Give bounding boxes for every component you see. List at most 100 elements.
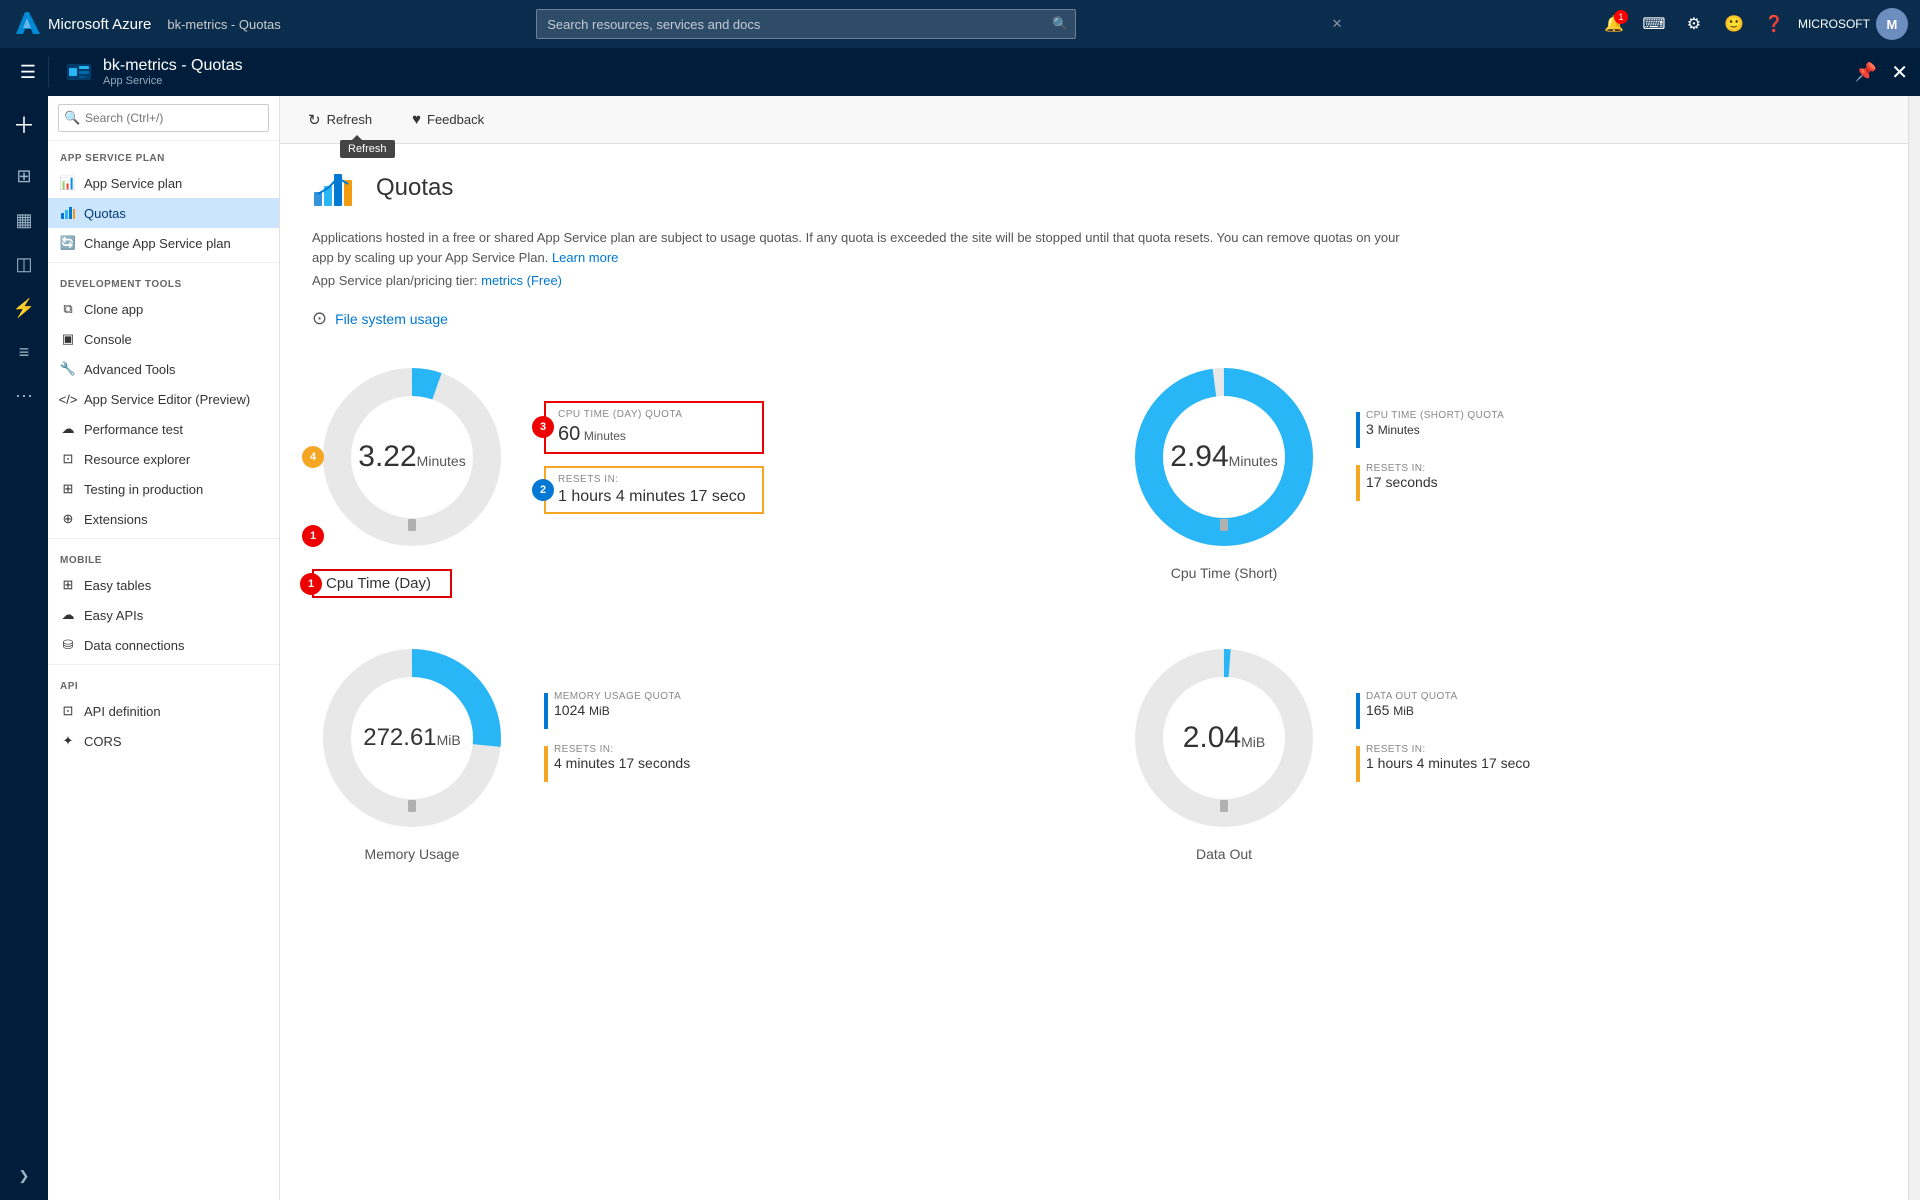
settings-button[interactable]: ⚙ bbox=[1678, 8, 1710, 40]
pin-button[interactable]: 📌 bbox=[1855, 62, 1877, 83]
extensions-icon: ⊕ bbox=[60, 511, 76, 527]
sidebar-item-api-definition[interactable]: ⊡ API definition bbox=[48, 696, 279, 726]
sidebar-label-data-conn: Data connections bbox=[84, 638, 184, 653]
sidebar-label-resource: Resource explorer bbox=[84, 452, 190, 467]
sidebar-item-editor[interactable]: </> App Service Editor (Preview) bbox=[48, 384, 279, 414]
user-label: MICROSOFT bbox=[1798, 17, 1870, 31]
help-button[interactable]: ❓ bbox=[1758, 8, 1790, 40]
content-panel: ↻ Refresh Refresh ♥ Feedback Quotas bbox=[280, 96, 1908, 1200]
file-usage-row[interactable]: ⊙ File system usage bbox=[312, 308, 1876, 329]
app-title-area: bk-metrics - Quotas App Service bbox=[48, 57, 259, 87]
add-resource-button[interactable]: ＋ bbox=[4, 104, 44, 144]
page-description: Applications hosted in a free or shared … bbox=[312, 228, 1412, 267]
section-label-dev-tools: DEVELOPMENT TOOLS bbox=[48, 267, 279, 294]
sidebar-item-cors[interactable]: ✦ CORS bbox=[48, 726, 279, 756]
sidebar-item-data-connections[interactable]: ⛁ Data connections bbox=[48, 630, 279, 660]
avatar[interactable]: M bbox=[1876, 8, 1908, 40]
resets-box-wrap: 2 RESETS IN: 1 hours 4 minutes 17 seco bbox=[544, 466, 764, 514]
cpu-day-row: 1 4 bbox=[312, 357, 764, 557]
sidebar-label-change-plan: Change App Service plan bbox=[84, 236, 231, 251]
plan-link[interactable]: metrics (Free) bbox=[481, 273, 562, 288]
sidebar-item-easy-apis[interactable]: ☁ Easy APIs bbox=[48, 600, 279, 630]
sidebar-search-area: 🔍 bbox=[48, 96, 279, 141]
notifications-button[interactable]: 🔔 1 bbox=[1598, 8, 1630, 40]
resources-button[interactable]: ◫ bbox=[4, 244, 44, 284]
brand-text: Microsoft Azure bbox=[48, 16, 151, 33]
rail-expand-button[interactable]: ❯ bbox=[19, 1168, 30, 1200]
search-close-icon[interactable]: ✕ bbox=[1332, 16, 1343, 32]
search-bar: 🔍 bbox=[536, 9, 1076, 39]
app-service-plan-icon: 📊 bbox=[60, 175, 76, 191]
chart-memory: 272.61MiB MEMORY USAGE QUOTA 1024 MiB bbox=[312, 638, 1064, 862]
sidebar-label-app-service-plan: App Service plan bbox=[84, 176, 182, 191]
sidebar-item-console[interactable]: ▣ Console bbox=[48, 324, 279, 354]
home-button[interactable]: ⊞ bbox=[4, 156, 44, 196]
sidebar-item-quotas[interactable]: Quotas bbox=[48, 198, 279, 228]
close-panel-button[interactable]: ✕ bbox=[1891, 60, 1908, 85]
quotas-page-icon bbox=[312, 164, 360, 212]
file-usage-text: File system usage bbox=[335, 311, 448, 327]
sidebar-label-easy-tables: Easy tables bbox=[84, 578, 151, 593]
divider-3 bbox=[48, 664, 279, 665]
cloud-shell-button[interactable]: ⌨ bbox=[1638, 8, 1670, 40]
brand: Microsoft Azure bbox=[12, 10, 151, 38]
resource-explorer-icon: ⊡ bbox=[60, 451, 76, 467]
page-title: Quotas bbox=[376, 174, 453, 202]
sidebar-label-extensions: Extensions bbox=[84, 512, 148, 527]
resets-box-yellow: RESETS IN: 1 hours 4 minutes 17 seco bbox=[544, 466, 764, 514]
hamburger-button[interactable]: ☰ bbox=[8, 48, 48, 96]
refresh-button[interactable]: ↻ Refresh bbox=[296, 104, 384, 136]
memory-quota-line bbox=[544, 693, 548, 729]
sidebar-item-app-service-plan[interactable]: 📊 App Service plan bbox=[48, 168, 279, 198]
refresh-icon: ↻ bbox=[308, 111, 321, 129]
sidebar-label-quotas: Quotas bbox=[84, 206, 126, 221]
easy-tables-icon: ⊞ bbox=[60, 577, 76, 593]
divider-1 bbox=[48, 262, 279, 263]
feedback-button[interactable]: ♥ Feedback bbox=[400, 104, 496, 136]
dashboard-button[interactable]: ▦ bbox=[4, 200, 44, 240]
resets-value: 1 hours 4 minutes 17 seco bbox=[558, 488, 750, 506]
scrollbar[interactable] bbox=[1908, 96, 1920, 1200]
activity-button[interactable]: ≡ bbox=[4, 332, 44, 372]
feedback-label: Feedback bbox=[427, 112, 484, 127]
memory-row: 272.61MiB MEMORY USAGE QUOTA 1024 MiB bbox=[312, 638, 690, 838]
data-out-resets-value: 1 hours 4 minutes 17 seco bbox=[1366, 755, 1530, 771]
sidebar-item-advanced-tools[interactable]: 🔧 Advanced Tools bbox=[48, 354, 279, 384]
toolbar: ↻ Refresh Refresh ♥ Feedback bbox=[280, 96, 1908, 144]
resets-label: RESETS IN: bbox=[558, 474, 750, 485]
topbar-actions: 🔔 1 ⌨ ⚙ 🙂 ❓ MICROSOFT M bbox=[1598, 8, 1908, 40]
memory-quota-label: MEMORY USAGE QUOTA bbox=[554, 691, 681, 702]
memory-resets-label: RESETS IN: bbox=[554, 744, 690, 755]
more-services-button[interactable]: ⋯ bbox=[4, 376, 44, 416]
sidebar-item-testing[interactable]: ⊞ Testing in production bbox=[48, 474, 279, 504]
search-input[interactable] bbox=[536, 9, 1076, 39]
sidebar-label-testing: Testing in production bbox=[84, 482, 203, 497]
cpu-short-info: CPU TIME (SHORT) QUOTA 3 Minutes RESETS … bbox=[1356, 410, 1504, 504]
sidebar-search-input[interactable] bbox=[58, 104, 269, 132]
divider-2 bbox=[48, 538, 279, 539]
cpu-short-label: Cpu Time (Short) bbox=[1124, 565, 1324, 581]
sidebar-label-perf: Performance test bbox=[84, 422, 183, 437]
sidebar-item-easy-tables[interactable]: ⊞ Easy tables bbox=[48, 570, 279, 600]
charts-grid: 1 4 bbox=[312, 357, 1876, 862]
memory-quota-value: 1024 MiB bbox=[554, 702, 681, 718]
resets-legend-info: RESETS IN: 17 seconds bbox=[1366, 463, 1438, 490]
sidebar-label-editor: App Service Editor (Preview) bbox=[84, 392, 250, 407]
sidebar-item-extensions[interactable]: ⊕ Extensions bbox=[48, 504, 279, 534]
monitor-button[interactable]: ⚡ bbox=[4, 288, 44, 328]
data-out-resets-legend: RESETS IN: 1 hours 4 minutes 17 seco bbox=[1356, 744, 1530, 782]
sidebar-label-clone: Clone app bbox=[84, 302, 143, 317]
data-connections-icon: ⛁ bbox=[60, 637, 76, 653]
quota-box-red: CPU TIME (DAY) QUOTA 60 Minutes bbox=[544, 401, 764, 454]
data-out-resets-info: RESETS IN: 1 hours 4 minutes 17 seco bbox=[1366, 744, 1530, 771]
search-icon: 🔍 bbox=[1052, 16, 1068, 32]
sidebar-item-clone-app[interactable]: ⧉ Clone app bbox=[48, 294, 279, 324]
cpu-day-donut-wrap: 1 4 bbox=[312, 357, 512, 557]
sidebar-item-change-plan[interactable]: 🔄 Change App Service plan bbox=[48, 228, 279, 258]
sidebar-item-resource-explorer[interactable]: ⊡ Resource explorer bbox=[48, 444, 279, 474]
smiley-button[interactable]: 🙂 bbox=[1718, 8, 1750, 40]
learn-more-link[interactable]: Learn more bbox=[552, 250, 618, 265]
cpu-short-quota-legend: CPU TIME (SHORT) QUOTA 3 Minutes bbox=[1356, 410, 1504, 448]
resets-legend-line bbox=[1356, 465, 1360, 501]
sidebar-item-performance-test[interactable]: ☁ Performance test bbox=[48, 414, 279, 444]
